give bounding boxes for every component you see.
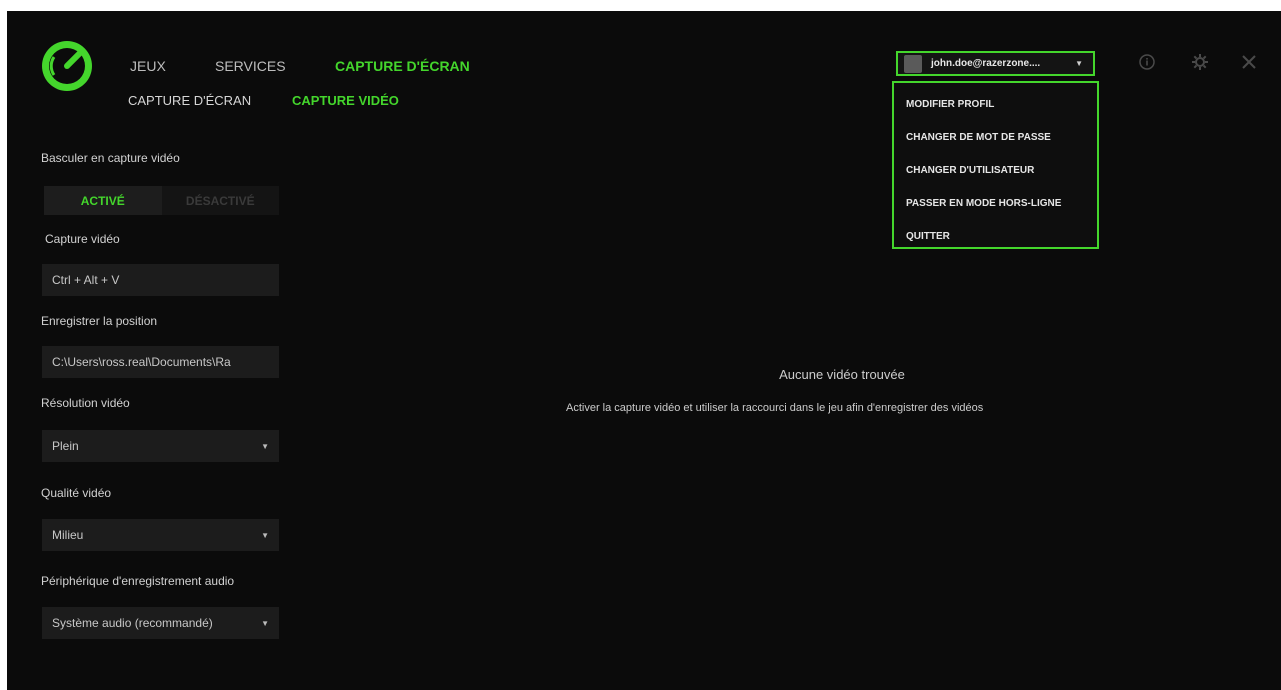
resolution-select[interactable]: Plein ▼ — [42, 430, 279, 462]
chevron-down-icon: ▼ — [1075, 59, 1083, 68]
chevron-down-icon: ▼ — [261, 530, 269, 540]
username: john.doe@razerzone.... — [931, 58, 1041, 69]
account-menu: MODIFIER PROFIL CHANGER DE MOT DE PASSE … — [892, 81, 1099, 249]
resolution-value: Plein — [52, 439, 79, 453]
menu-item-quit[interactable]: QUITTER — [906, 231, 950, 242]
avatar — [904, 54, 922, 73]
menu-item-edit-profile[interactable]: MODIFIER PROFIL — [906, 99, 994, 110]
quality-select[interactable]: Milieu ▼ — [42, 519, 279, 551]
hotkey-value: Ctrl + Alt + V — [52, 273, 120, 287]
nav-games[interactable]: JEUX — [130, 58, 166, 74]
menu-item-switch-user[interactable]: CHANGER D'UTILISATEUR — [906, 165, 1034, 176]
gear-icon[interactable] — [1190, 52, 1210, 72]
video-capture-toggle: ACTIVÉ DÉSACTIVÉ — [44, 186, 279, 215]
razer-cortex-logo — [40, 39, 94, 93]
chevron-down-icon: ▼ — [261, 441, 269, 451]
empty-state-title: Aucune vidéo trouvée — [779, 367, 905, 382]
empty-state-description: Activer la capture vidéo et utiliser la … — [566, 402, 984, 414]
hotkey-label: Capture vidéo — [45, 232, 120, 246]
nav-services[interactable]: SERVICES — [215, 58, 286, 74]
account-dropdown[interactable]: john.doe@razerzone.... ▼ — [896, 51, 1095, 76]
audio-select[interactable]: Système audio (recommandé) ▼ — [42, 607, 279, 639]
info-icon[interactable] — [1137, 52, 1157, 72]
audio-value: Système audio (recommandé) — [52, 616, 213, 630]
toggle-label: Basculer en capture vidéo — [41, 151, 180, 165]
chevron-down-icon: ▼ — [261, 618, 269, 628]
quality-value: Milieu — [52, 528, 84, 542]
location-label: Enregistrer la position — [41, 314, 158, 328]
hotkey-field[interactable]: Ctrl + Alt + V — [42, 264, 279, 296]
menu-item-offline-mode[interactable]: PASSER EN MODE HORS-LIGNE — [906, 198, 1061, 209]
subnav-video-capture[interactable]: CAPTURE VIDÉO — [292, 93, 399, 108]
menu-item-change-password[interactable]: CHANGER DE MOT DE PASSE — [906, 132, 1051, 143]
close-icon[interactable] — [1239, 52, 1259, 72]
audio-label: Périphérique d'enregistrement audio — [41, 574, 235, 588]
quality-label: Qualité vidéo — [41, 486, 112, 500]
toggle-on-button[interactable]: ACTIVÉ — [44, 186, 162, 215]
subnav-screenshot[interactable]: CAPTURE D'ÉCRAN — [128, 93, 251, 108]
resolution-label: Résolution vidéo — [41, 396, 130, 410]
app-window: JEUX SERVICES CAPTURE D'ÉCRAN CAPTURE D'… — [7, 11, 1281, 690]
nav-screen-capture[interactable]: CAPTURE D'ÉCRAN — [335, 58, 470, 74]
toggle-off-button[interactable]: DÉSACTIVÉ — [161, 186, 279, 215]
